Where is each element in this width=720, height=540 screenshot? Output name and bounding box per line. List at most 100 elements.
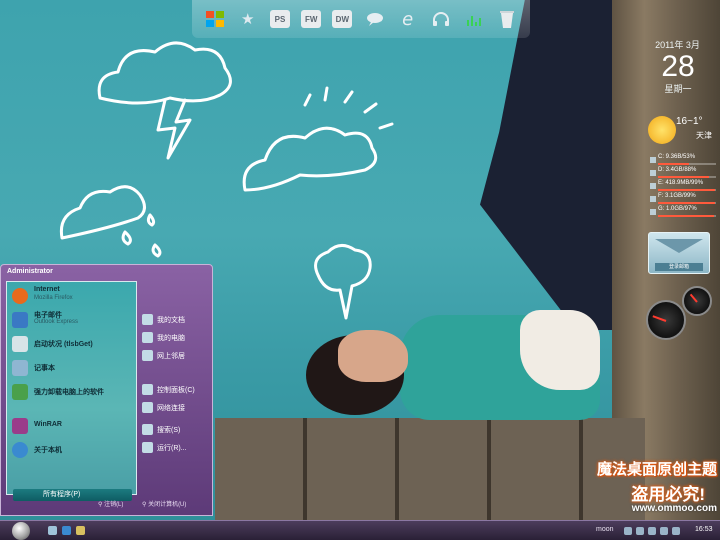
drive-row: C: 9.36B/53% [650,154,718,167]
start-menu-place-label: 网络连接 [157,405,185,412]
drive-icon [650,196,656,202]
tray-volume-icon[interactable] [636,527,644,535]
winrar-icon [12,418,28,434]
start-menu-place[interactable]: 我的电脑 [142,329,210,345]
firefox-icon [12,288,28,304]
drive-icon [650,157,656,163]
drive-usage-gadget: C: 9.36B/53% D: 3.4GB/88% E: 418.9MB/99%… [650,154,718,219]
drive-usage-bar [658,163,716,165]
doodle-cloud-lightning [97,41,232,105]
start-menu-place[interactable]: 搜索(S) [142,421,210,437]
app-icon [12,336,28,352]
drive-row: E: 418.9MB/99% [650,180,718,193]
logoff-button[interactable]: ⚲ 注销(L) [98,499,123,508]
start-menu-item[interactable]: 电子邮件 Outlook Express [10,310,135,330]
drive-usage-bar [658,189,716,191]
drive-usage-fill [658,176,710,178]
folder-quicklaunch-icon[interactable] [76,526,85,535]
drive-row: D: 3.4GB/88% [650,167,718,180]
chat-bubble-icon[interactable] [364,8,386,30]
start-menu-place[interactable]: 网上邻居 [142,347,210,363]
ie-quicklaunch-icon[interactable] [62,526,71,535]
start-menu-place-label: 运行(R)... [157,445,187,452]
start-button[interactable] [12,522,30,540]
start-menu-item-subtitle: Mozilla Firefox [34,295,73,301]
drive-usage-bar [658,215,716,217]
doodle-cloud-sun [242,126,378,192]
clock-weekday: 星期一 [664,84,692,94]
start-menu-footer: ⚲ 注销(L) ⚲ 关闭计算机(U) [96,499,211,513]
drive-usage-bar [658,176,716,178]
start-menu-item-title: 启动状况 (tlsbGet) [34,341,93,348]
headphones-icon[interactable] [430,8,452,30]
tray-network-icon[interactable] [624,527,632,535]
doodle-lightning-bolt [156,98,192,160]
tray-app-icon[interactable] [648,527,656,535]
start-menu-pinned-list: Internet Mozilla Firefox 电子邮件 Outlook Ex… [6,281,137,501]
shutdown-label: 关闭计算机(U) [148,502,187,508]
brand-watermark: 魔法桌面原创主题 盗用必究! www.ommoo.com [549,456,719,520]
photoshop-icon[interactable]: PS [269,10,290,28]
star-icon[interactable]: ★ [237,8,259,30]
computer-icon [142,332,153,343]
network-connections-icon [142,402,153,413]
gauge-needle [689,293,698,303]
internet-explorer-icon[interactable]: e [397,8,419,30]
start-menu-place-label: 我的文档 [157,317,185,324]
cpu-gauge-icon [646,300,686,340]
drive-icon [650,170,656,176]
tray-app-icon[interactable] [660,527,668,535]
doodle-cloud-rain [59,185,146,240]
mail-gadget[interactable]: 登录邮箱 [648,232,710,274]
show-desktop-icon[interactable] [48,526,57,535]
search-icon [142,424,153,435]
mail-login-button[interactable]: 登录邮箱 [655,263,703,271]
drive-label: F: 3.1GB/99% [658,193,696,199]
drive-label: G: 1.0GB/97% [658,206,697,212]
uninstall-icon [12,384,28,400]
weather-temperature: 16~1° [676,116,703,127]
start-menu-place[interactable]: 网络连接 [142,399,210,415]
globe-icon [12,442,28,458]
windows-logo-icon[interactable] [204,8,226,30]
brand-url: www.ommoo.com [631,503,717,514]
drive-icon [650,209,656,215]
doodle-thought-cloud [314,244,372,320]
recycle-bin-icon[interactable] [496,8,518,30]
start-menu: Administrator Internet Mozilla Firefox 电… [0,264,213,516]
fireworks-icon[interactable]: FW [301,10,322,28]
start-menu-place[interactable]: 控制面板(C) [142,381,210,397]
drive-label: E: 418.9MB/99% [658,180,704,186]
start-menu-item-title: 记事本 [34,365,55,372]
tray-app-icon[interactable] [672,527,680,535]
control-panel-icon [142,384,153,395]
doodle-sun-rays [303,86,394,130]
sun-cloud-icon [648,116,676,144]
start-menu-item[interactable]: 强力卸载电脑上的软件 [10,382,135,402]
start-menu-item[interactable]: 记事本 [10,358,135,378]
drive-usage-fill [658,215,715,217]
dreamweaver-icon[interactable]: DW [332,10,353,28]
weather-gadget[interactable]: 16~1° 天津 [644,108,716,152]
start-menu-item[interactable]: WinRAR [10,416,135,436]
shutdown-button[interactable]: ⚲ 关闭计算机(U) [142,499,186,508]
equalizer-icon[interactable] [463,8,485,30]
start-menu-place-label: 控制面板(C) [157,387,195,394]
start-menu-item[interactable]: 启动状况 (tlsbGet) [10,334,135,354]
start-menu-place[interactable]: 运行(R)... [142,439,210,455]
brand-slogan: 盗用必究! [631,485,705,504]
tray-language-indicator[interactable]: moon [596,526,614,533]
drive-label: D: 3.4GB/88% [658,167,697,173]
tray-clock[interactable]: 16:53 [695,526,713,533]
start-menu-place-label: 搜索(S) [157,427,181,434]
start-menu-places-list: 我的文档 我的电脑 网上邻居 控制面板(C) 网络连接 搜索(S) 运行(R).… [140,281,210,495]
start-menu-item[interactable]: 关于本机 [10,440,135,460]
start-menu-username: Administrator [7,268,53,275]
sidebar-gadgets: 2011年 3月 28 星期一 16~1° 天津 C: 9.36B/53% D:… [640,0,720,520]
start-menu-place[interactable]: 我的文档 [142,311,210,327]
drive-usage-bar [658,202,716,204]
start-menu-item-title: WinRAR [34,421,62,428]
start-menu-item[interactable]: Internet Mozilla Firefox [10,286,135,306]
top-dock-bar: ★ PS FW DW e [192,0,530,38]
brand-title: 魔法桌面原创主题 [596,461,717,478]
